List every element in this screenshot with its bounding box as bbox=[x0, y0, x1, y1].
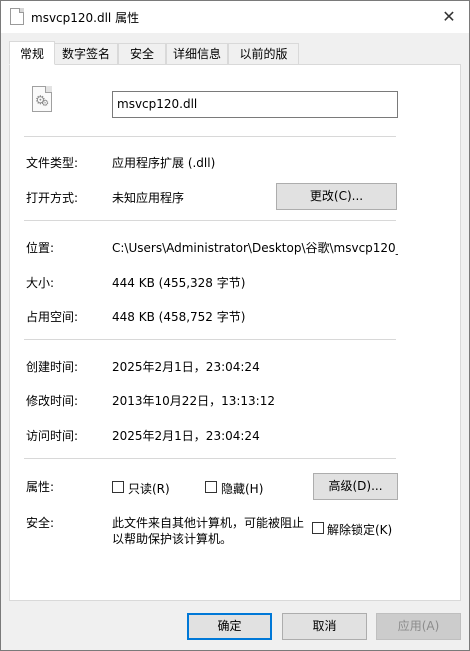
opens-with-label: 打开方式: bbox=[26, 191, 79, 205]
file-type-label: 文件类型: bbox=[26, 156, 79, 170]
ok-button[interactable]: 确定 bbox=[187, 613, 272, 640]
window-title: msvcp120.dll 属性 bbox=[31, 11, 140, 25]
file-icon bbox=[10, 8, 24, 25]
hidden-checkbox[interactable] bbox=[205, 481, 217, 493]
close-button[interactable]: ✕ bbox=[439, 7, 459, 27]
location-label: 位置: bbox=[26, 241, 55, 255]
size-value: 444 KB (455,328 字节) bbox=[112, 276, 246, 290]
accessed-value: 2025年2月1日，23:04:24 bbox=[112, 429, 260, 443]
apply-button[interactable]: 应用(A) bbox=[376, 613, 461, 640]
filename-input[interactable]: msvcp120.dll bbox=[112, 91, 398, 118]
readonly-checkbox[interactable] bbox=[112, 481, 124, 493]
security-label: 安全: bbox=[26, 516, 55, 530]
advanced-button[interactable]: 高级(D)... bbox=[313, 473, 398, 500]
size-on-disk-label: 占用空间: bbox=[26, 310, 79, 324]
tab-security[interactable]: 安全 bbox=[118, 43, 166, 64]
size-on-disk-value: 448 KB (458,752 字节) bbox=[112, 310, 246, 324]
readonly-label[interactable]: 只读(R) bbox=[128, 480, 170, 497]
divider bbox=[24, 220, 396, 221]
divider bbox=[24, 339, 396, 340]
tab-details[interactable]: 详细信息 bbox=[166, 43, 228, 64]
general-panel: ⚙ ⚙ msvcp120.dll 文件类型: 应用程序扩展 (.dll) 打开方… bbox=[9, 64, 461, 601]
created-label: 创建时间: bbox=[26, 360, 79, 374]
cancel-button[interactable]: 取消 bbox=[282, 613, 367, 640]
gear-small-icon: ⚙ bbox=[41, 99, 50, 109]
opens-with-value: 未知应用程序 bbox=[112, 191, 185, 205]
divider bbox=[24, 136, 396, 137]
file-type-value: 应用程序扩展 (.dll) bbox=[112, 156, 216, 170]
change-button[interactable]: 更改(C)... bbox=[276, 183, 397, 210]
accessed-label: 访问时间: bbox=[26, 429, 79, 443]
attributes-label: 属性: bbox=[26, 480, 55, 494]
title-bar: msvcp120.dll 属性 ✕ bbox=[1, 1, 469, 33]
unblock-checkbox[interactable] bbox=[312, 522, 324, 534]
divider bbox=[24, 458, 396, 459]
security-text-line2: 以帮助保护该计算机。 bbox=[112, 532, 233, 546]
created-value: 2025年2月1日，23:04:24 bbox=[112, 360, 260, 374]
location-value: C:\Users\Administrator\Desktop\谷歌\msvcp1… bbox=[112, 241, 398, 255]
properties-dialog: msvcp120.dll 属性 ✕ 常规 数字签名 安全 详细信息 以前的版本 … bbox=[0, 0, 470, 651]
unblock-label[interactable]: 解除锁定(K) bbox=[327, 521, 392, 538]
tab-digital-signatures[interactable]: 数字签名 bbox=[54, 43, 118, 64]
hidden-label[interactable]: 隐藏(H) bbox=[221, 480, 263, 497]
size-label: 大小: bbox=[26, 276, 55, 290]
security-text-line1: 此文件来自其他计算机，可能被阻止 bbox=[112, 516, 305, 530]
close-icon: ✕ bbox=[442, 7, 456, 26]
modified-value: 2013年10月22日，13:13:12 bbox=[112, 394, 275, 408]
dll-file-icon: ⚙ ⚙ bbox=[32, 86, 52, 112]
tab-previous-versions[interactable]: 以前的版本 bbox=[228, 43, 299, 82]
tab-general[interactable]: 常规 bbox=[9, 41, 55, 65]
modified-label: 修改时间: bbox=[26, 394, 79, 408]
